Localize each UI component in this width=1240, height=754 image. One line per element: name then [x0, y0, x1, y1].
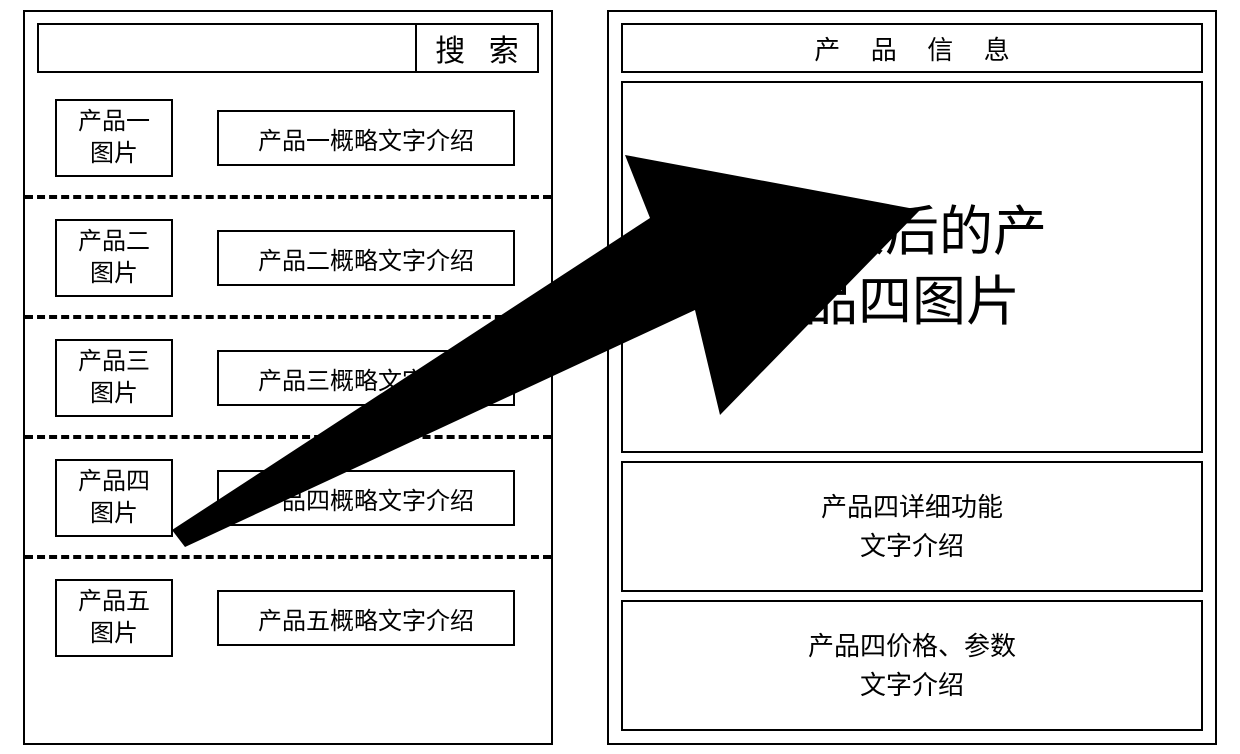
- search-button[interactable]: 搜 索: [415, 23, 539, 73]
- list-item[interactable]: 产品四图片 产品四概略文字介绍: [25, 439, 551, 559]
- product-list-panel: 搜 索 产品一图片 产品一概略文字介绍 产品二图片 产品二概略文字介绍 产品三图…: [23, 10, 553, 745]
- product-summary: 产品四概略文字介绍: [217, 470, 515, 526]
- list-item[interactable]: 产品三图片 产品三概略文字介绍: [25, 319, 551, 439]
- list-item[interactable]: 产品五图片 产品五概略文字介绍: [25, 559, 551, 675]
- product-summary: 产品三概略文字介绍: [217, 350, 515, 406]
- product-list: 产品一图片 产品一概略文字介绍 产品二图片 产品二概略文字介绍 产品三图片 产品…: [25, 79, 551, 675]
- list-item[interactable]: 产品二图片 产品二概略文字介绍: [25, 199, 551, 319]
- product-thumb: 产品二图片: [55, 219, 173, 297]
- search-bar: 搜 索: [37, 23, 539, 73]
- product-summary: 产品一概略文字介绍: [217, 110, 515, 166]
- product-thumb: 产品一图片: [55, 99, 173, 177]
- detail-header: 产 品 信 息: [621, 23, 1203, 73]
- list-item[interactable]: 产品一图片 产品一概略文字介绍: [25, 79, 551, 199]
- product-thumb: 产品三图片: [55, 339, 173, 417]
- product-thumb: 产品四图片: [55, 459, 173, 537]
- product-detail-panel: 产 品 信 息 放大后的产品四图片 产品四详细功能文字介绍 产品四价格、参数文字…: [607, 10, 1217, 745]
- detail-price-block: 产品四价格、参数文字介绍: [621, 600, 1203, 731]
- product-summary: 产品五概略文字介绍: [217, 590, 515, 646]
- search-input[interactable]: [39, 25, 413, 71]
- enlarged-product-image: 放大后的产品四图片: [621, 81, 1203, 453]
- product-thumb: 产品五图片: [55, 579, 173, 657]
- detail-function-block: 产品四详细功能文字介绍: [621, 461, 1203, 592]
- product-summary: 产品二概略文字介绍: [217, 230, 515, 286]
